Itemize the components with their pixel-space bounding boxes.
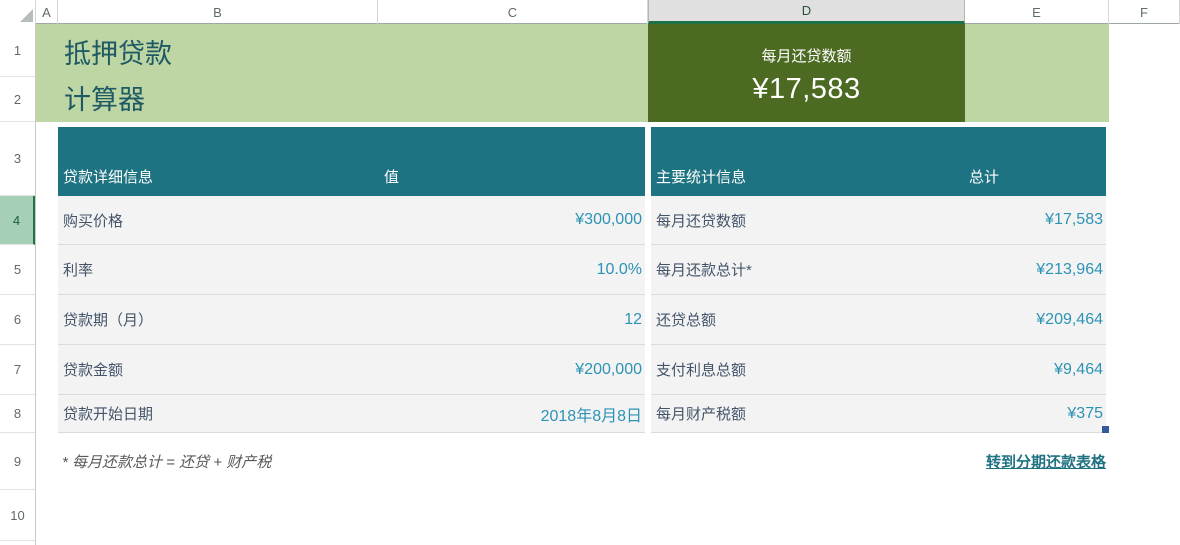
row-header-6[interactable]: 6 xyxy=(0,295,35,345)
table-row[interactable]: 贷款期（月） 12 xyxy=(58,295,645,345)
spreadsheet: A B C D E F 1 2 3 4 5 6 7 8 9 10 抵押贷款 计算… xyxy=(0,0,1180,545)
stats-table-header[interactable]: 主要统计信息 总计 xyxy=(651,127,1106,196)
loan-details-header-title: 贷款详细信息 xyxy=(63,166,153,187)
select-all-corner[interactable] xyxy=(0,0,36,24)
row-header-7[interactable]: 7 xyxy=(0,345,35,395)
table-row[interactable]: 支付利息总额 ¥9,464 xyxy=(651,345,1106,395)
monthly-payment-label: 每月还贷数额 xyxy=(761,45,851,66)
column-header-strip: A B C D E F xyxy=(0,0,1180,24)
row-value-cell[interactable]: ¥375 xyxy=(1067,405,1103,423)
stats-table-body: 每月还贷数额 ¥17,583 每月还款总计* ¥213,964 还贷总额 ¥20… xyxy=(651,196,1106,433)
row-label-cell[interactable]: 支付利息总额 xyxy=(656,359,746,380)
row-header-4-selected[interactable]: 4 xyxy=(0,196,35,245)
row-value-cell[interactable]: ¥300,000 xyxy=(575,211,642,229)
row-label-cell[interactable]: 每月还贷数额 xyxy=(656,210,746,231)
column-header-E[interactable]: E xyxy=(965,0,1109,24)
row-header-5[interactable]: 5 xyxy=(0,245,35,295)
row-value-cell[interactable]: ¥209,464 xyxy=(1036,311,1103,329)
row-header-9[interactable]: 9 xyxy=(0,433,35,490)
page-title: 抵押贷款 计算器 xyxy=(64,31,172,123)
row-label-cell[interactable]: 贷款期（月） xyxy=(63,309,153,330)
row-label-cell[interactable]: 贷款开始日期 xyxy=(63,403,153,424)
column-header-C[interactable]: C xyxy=(378,0,648,24)
column-header-A[interactable]: A xyxy=(36,0,58,24)
stats-header-title: 主要统计信息 xyxy=(656,166,746,187)
table-row[interactable]: 贷款金额 ¥200,000 xyxy=(58,345,645,395)
row-value-cell[interactable]: 12 xyxy=(624,311,642,329)
table-row[interactable]: 每月还贷数额 ¥17,583 xyxy=(651,196,1106,245)
table-row[interactable]: 贷款开始日期 2018年8月8日 xyxy=(58,395,645,433)
monthly-payment-box-cell[interactable]: 每月还贷数额 ¥17,583 xyxy=(648,24,965,122)
table-row[interactable]: 利率 10.0% xyxy=(58,245,645,295)
row-header-strip: 1 2 3 4 5 6 7 8 9 10 xyxy=(0,24,36,545)
loan-details-header-value-col: 值 xyxy=(384,166,399,187)
row-header-2[interactable]: 2 xyxy=(0,77,35,122)
row-label-cell[interactable]: 还贷总额 xyxy=(656,309,716,330)
row-header-3[interactable]: 3 xyxy=(0,122,35,196)
column-header-B[interactable]: B xyxy=(58,0,378,24)
table-row[interactable]: 每月财产税额 ¥375 xyxy=(651,395,1106,433)
column-header-D-selected[interactable]: D xyxy=(648,0,965,24)
row-value-cell[interactable]: 2018年8月8日 xyxy=(541,402,642,426)
monthly-payment-value: ¥17,583 xyxy=(752,73,860,106)
row-header-10[interactable]: 10 xyxy=(0,490,35,541)
select-all-triangle-icon xyxy=(20,9,33,22)
row-label-cell[interactable]: 每月财产税额 xyxy=(656,403,746,424)
row-label-cell[interactable]: 利率 xyxy=(63,259,93,280)
page-title-line1: 抵押贷款 xyxy=(64,31,172,77)
row-value-cell[interactable]: ¥213,964 xyxy=(1036,261,1103,279)
footnote-cell: * 每月还款总计 = 还贷 + 财产税 xyxy=(62,433,622,490)
row-value-cell[interactable]: ¥9,464 xyxy=(1054,361,1103,379)
amortization-schedule-link[interactable]: 转到分期还款表格 xyxy=(986,433,1106,490)
table-row[interactable]: 购买价格 ¥300,000 xyxy=(58,196,645,245)
page-title-line2: 计算器 xyxy=(64,77,172,123)
loan-details-table-header[interactable]: 贷款详细信息 值 xyxy=(58,127,645,196)
row-value-cell[interactable]: ¥17,583 xyxy=(1045,211,1103,229)
row-label-cell[interactable]: 贷款金额 xyxy=(63,359,123,380)
stats-header-value-col: 总计 xyxy=(969,166,999,187)
table-row[interactable]: 每月还款总计* ¥213,964 xyxy=(651,245,1106,295)
loan-details-table-body: 购买价格 ¥300,000 利率 10.0% 贷款期（月） 12 贷款金额 ¥2… xyxy=(58,196,645,433)
row-header-1[interactable]: 1 xyxy=(0,24,35,77)
row-value-cell[interactable]: 10.0% xyxy=(597,261,642,279)
table-resize-handle-icon[interactable] xyxy=(1102,426,1109,433)
row-header-8[interactable]: 8 xyxy=(0,395,35,433)
table-row[interactable]: 还贷总额 ¥209,464 xyxy=(651,295,1106,345)
row-label-cell[interactable]: 购买价格 xyxy=(63,210,123,231)
row-label-cell[interactable]: 每月还款总计* xyxy=(656,259,752,280)
column-header-F[interactable]: F xyxy=(1109,0,1180,24)
row-value-cell[interactable]: ¥200,000 xyxy=(575,361,642,379)
